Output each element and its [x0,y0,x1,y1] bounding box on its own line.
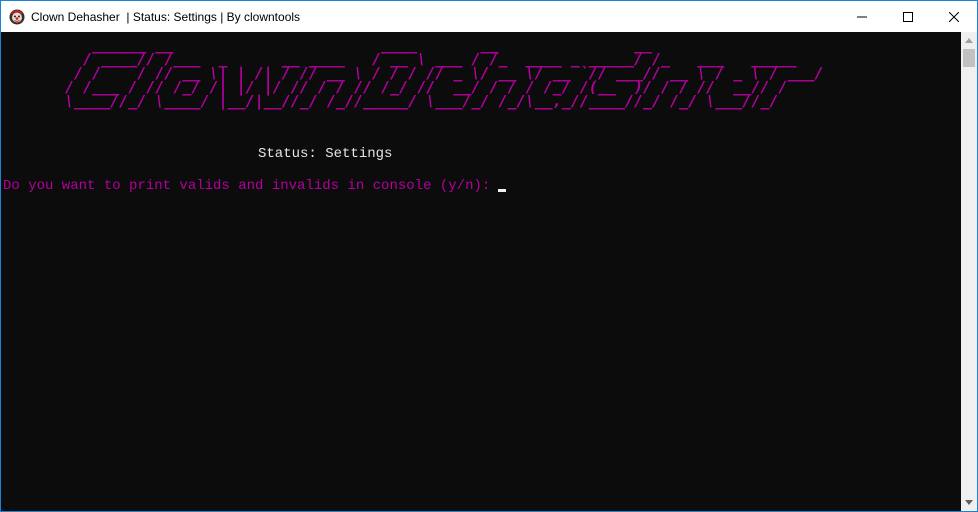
title-bar[interactable]: Clown Dehasher | Status: Settings | By c… [1,1,977,32]
chevron-down-icon [965,500,973,505]
chevron-up-icon [965,38,973,43]
minimize-button[interactable] [839,1,885,32]
maximize-button[interactable] [885,1,931,32]
vertical-scrollbar[interactable] [961,32,977,511]
close-icon [949,11,959,22]
ascii-banner-logo: ______ __ ____ __ __ / ____// /___ _ __ … [65,36,824,110]
clown-icon [9,9,25,25]
scroll-up-button[interactable] [961,32,977,49]
scroll-down-button[interactable] [961,494,977,511]
text-cursor[interactable] [498,189,507,192]
prompt-line: Do you want to print valids and invalids… [3,178,507,194]
console-output[interactable]: ______ __ ____ __ __ / ____// /___ _ __ … [1,32,962,511]
scroll-thumb[interactable] [963,49,975,67]
window-controls [839,1,977,32]
console-window: Clown Dehasher | Status: Settings | By c… [0,0,978,512]
status-text: Status: Settings [258,146,393,162]
maximize-icon [903,11,913,22]
minimize-icon [857,16,867,17]
prompt-text: Do you want to print valids and invalids… [3,178,491,194]
close-button[interactable] [931,1,977,32]
window-title: Clown Dehasher | Status: Settings | By c… [31,9,301,24]
